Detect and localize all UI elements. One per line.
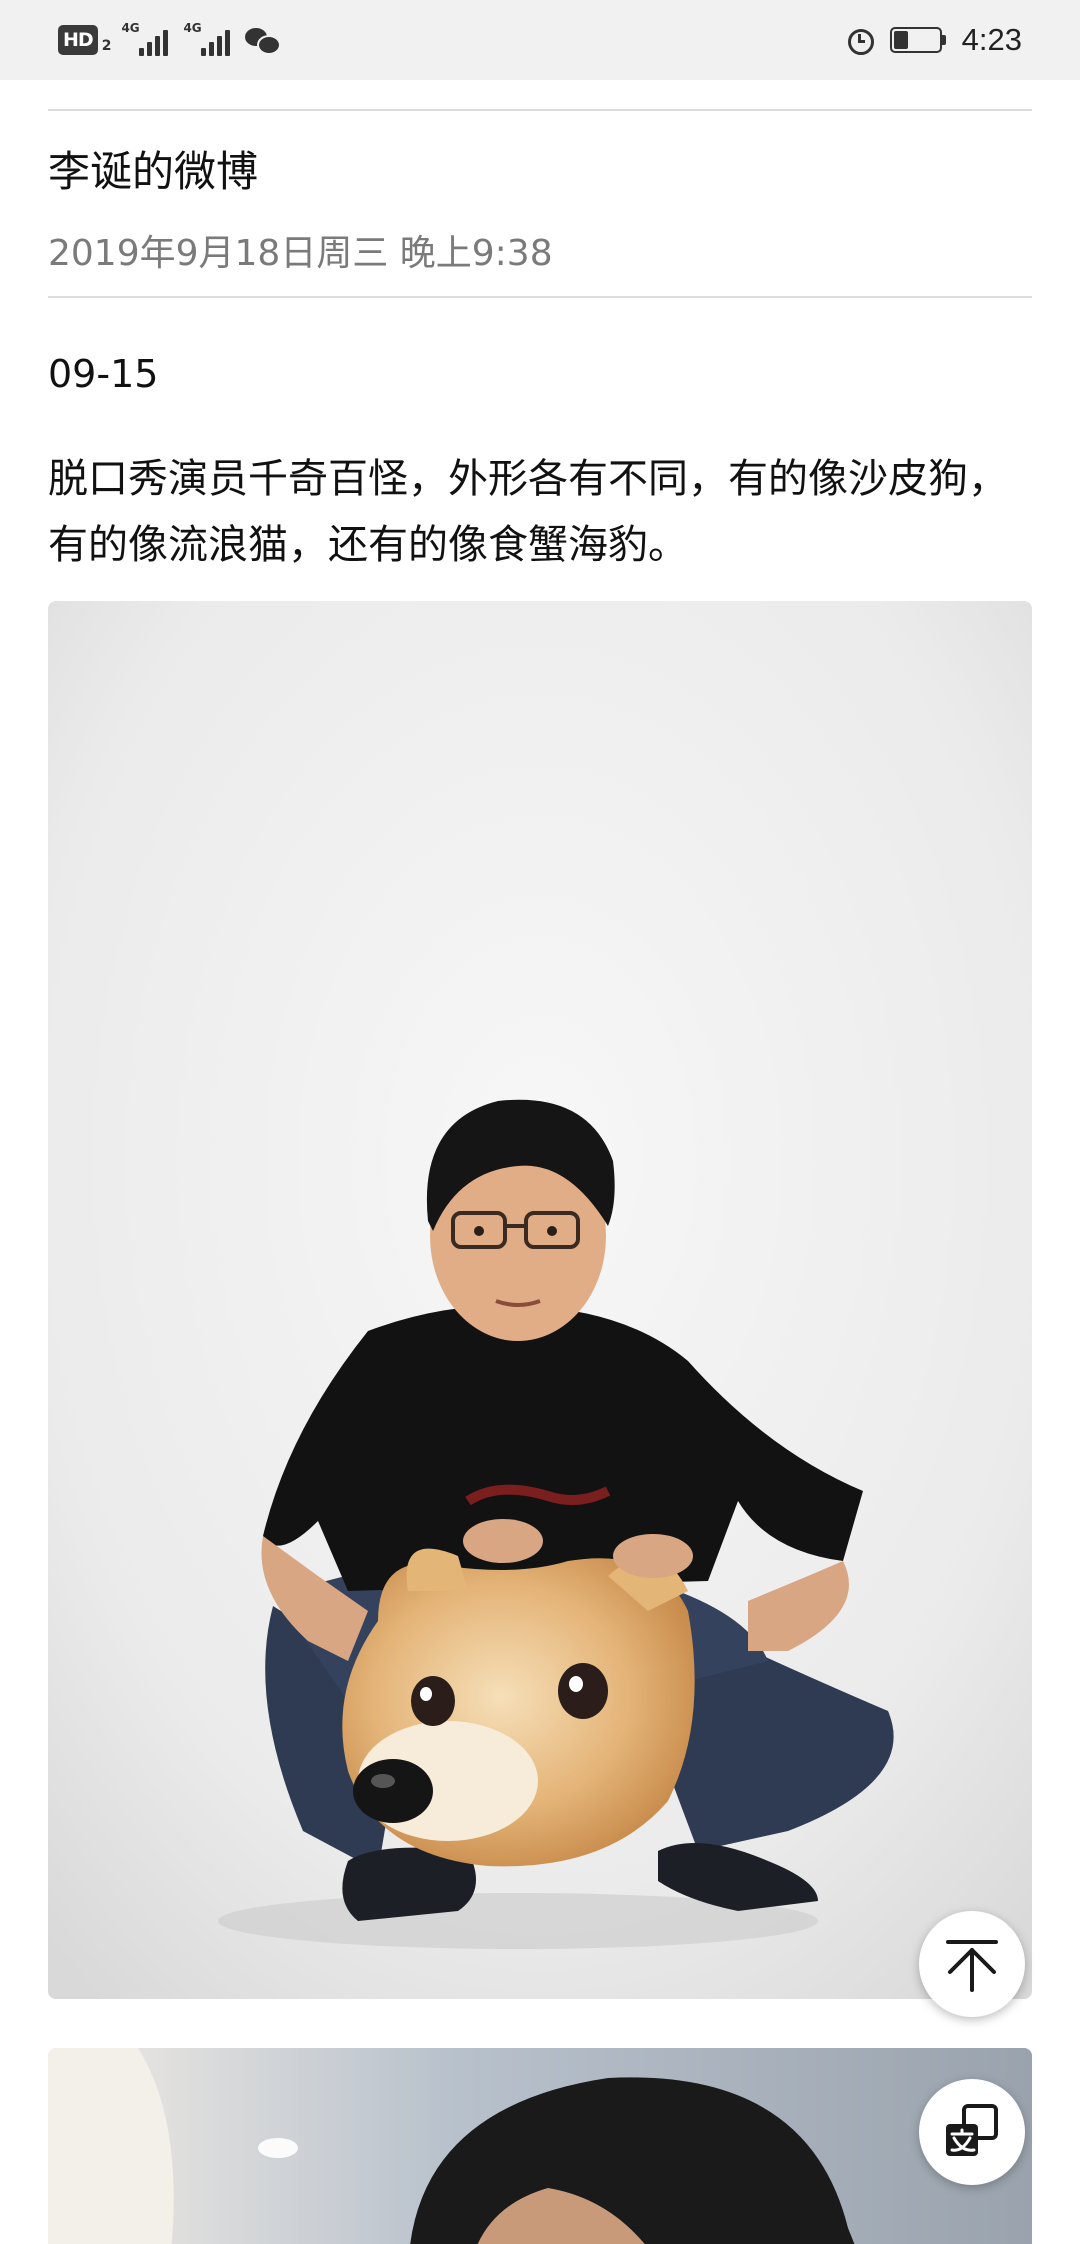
arrow-up-to-top-icon bbox=[946, 1940, 998, 1992]
post-photo[interactable] bbox=[48, 601, 1032, 1999]
status-bar: HD 2 4G 4G 4:23 bbox=[0, 0, 1080, 80]
network-type-label: 4G bbox=[121, 21, 140, 35]
hd-icon: HD bbox=[58, 25, 98, 55]
status-right-icons: 4:23 bbox=[846, 18, 1022, 62]
status-time: 4:23 bbox=[961, 22, 1022, 57]
photo-illustration bbox=[48, 601, 1032, 1999]
post-text: 脱口秀演员千奇百怪，外形各有不同，有的像沙皮狗，有的像流浪猫，还有的像食蟹海豹。 bbox=[48, 456, 1008, 568]
translate-button[interactable] bbox=[919, 2079, 1025, 2185]
article-title: 李诞的微博 bbox=[48, 147, 259, 196]
wechat-icon bbox=[245, 26, 282, 55]
status-left-icons: HD 2 4G 4G bbox=[58, 18, 282, 62]
top-divider bbox=[48, 109, 1032, 111]
signal-icon: 4G bbox=[183, 22, 235, 58]
alarm-icon bbox=[846, 26, 874, 55]
network-type-label: 4G bbox=[183, 21, 202, 35]
article-datetime: 2019年9月18日周三 晚上9:38 bbox=[48, 233, 553, 274]
page: HD 2 4G 4G 4:23 李诞的微博 2019年9月18日周三 晚上9:3… bbox=[0, 0, 1080, 2244]
sim-number: 2 bbox=[101, 38, 112, 54]
battery-icon bbox=[889, 27, 946, 53]
translate-icon bbox=[946, 2104, 998, 2156]
post-photo[interactable] bbox=[48, 2048, 1032, 2244]
photo-illustration bbox=[48, 2048, 1032, 2244]
back-to-top-button[interactable] bbox=[919, 1911, 1025, 2017]
post-date: 09-15 bbox=[48, 352, 159, 396]
header-divider bbox=[48, 296, 1032, 298]
signal-icon: 4G bbox=[121, 22, 173, 58]
